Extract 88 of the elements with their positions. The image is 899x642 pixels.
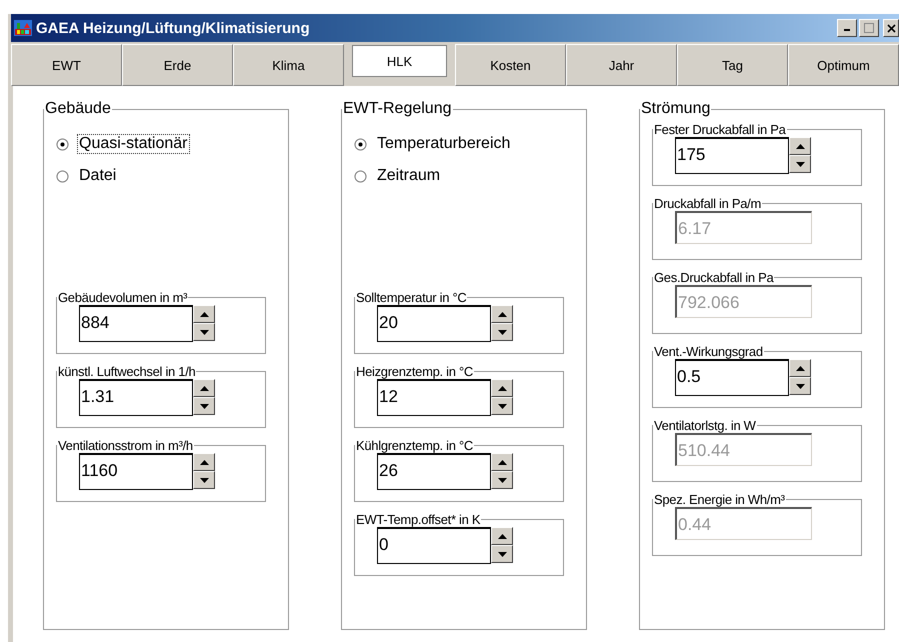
triangle-up-icon	[200, 460, 208, 464]
minimize-button[interactable]	[837, 19, 857, 37]
group-title: Strömung	[640, 100, 712, 118]
number-field[interactable]: 175	[675, 137, 789, 174]
group-title: EWT-Regelung	[342, 100, 452, 118]
field-label: Druckabfall in Pa/m	[653, 196, 762, 211]
readonly-field: 6.17	[675, 211, 812, 244]
spin-down-button[interactable]	[193, 323, 215, 341]
number-field[interactable]: 26	[377, 453, 491, 490]
triangle-down-icon	[200, 404, 208, 408]
tab[interactable]: Kosten	[455, 44, 566, 86]
spin-up-button[interactable]	[193, 453, 215, 471]
triangle-down-icon	[200, 478, 208, 482]
spin-down-button[interactable]	[193, 397, 215, 415]
field-label: Gebäudevolumen in m³	[57, 290, 188, 305]
spin-down-button[interactable]	[789, 155, 811, 173]
spin-down-button[interactable]	[491, 471, 513, 489]
tab[interactable]: Tag	[677, 44, 788, 86]
field-label: künstl. Luftwechsel in 1/h	[57, 364, 196, 379]
spin-down-button[interactable]	[789, 377, 811, 395]
number-field[interactable]: 1.31	[79, 379, 193, 416]
spin-up-button[interactable]	[193, 305, 215, 323]
close-button[interactable]	[883, 19, 899, 37]
triangle-up-icon	[498, 312, 506, 316]
number-field[interactable]: 12	[377, 379, 491, 416]
spin-down-button[interactable]	[491, 545, 513, 563]
radio-label[interactable]: Zeitraum	[375, 166, 442, 186]
triangle-up-icon	[498, 534, 506, 538]
group-title: Gebäude	[44, 100, 112, 118]
field-label: Vent.-Wirkungsgrad	[653, 344, 764, 359]
number-field[interactable]: 0.5	[675, 359, 789, 396]
close-icon	[886, 24, 896, 32]
triangle-down-icon	[498, 478, 506, 482]
radio-label[interactable]: Quasi-stationär	[77, 134, 190, 154]
spin-up-button[interactable]	[193, 379, 215, 397]
readonly-field: 510.44	[675, 433, 812, 466]
triangle-up-icon	[498, 460, 506, 464]
tab[interactable]: Erde	[122, 44, 233, 86]
tab[interactable]: Klima	[233, 44, 344, 86]
spin-down-button[interactable]	[491, 397, 513, 415]
triangle-down-icon	[796, 384, 804, 388]
triangle-down-icon	[200, 330, 208, 334]
radio-label[interactable]: Temperaturbereich	[375, 134, 512, 154]
spin-up-button[interactable]	[789, 137, 811, 155]
tab[interactable]: HLK	[352, 45, 447, 77]
number-field[interactable]: 884	[79, 305, 193, 342]
field-label: Fester Druckabfall in Pa	[653, 122, 787, 137]
tab[interactable]: Jahr	[566, 44, 677, 86]
number-field[interactable]: 20	[377, 305, 491, 342]
triangle-up-icon	[498, 386, 506, 390]
triangle-down-icon	[796, 162, 804, 166]
radio-button[interactable]	[354, 138, 367, 150]
tab[interactable]: EWT	[11, 44, 122, 86]
readonly-field: 0.44	[675, 507, 812, 540]
radio-button[interactable]	[56, 170, 69, 182]
radio-label[interactable]: Datei	[77, 166, 118, 186]
spin-down-button[interactable]	[491, 323, 513, 341]
spin-up-button[interactable]	[491, 305, 513, 323]
field-label: Solltemperatur in °C	[355, 290, 468, 305]
number-field[interactable]: 1160	[79, 453, 193, 490]
field-label: Spez. Energie in Wh/m³	[653, 492, 786, 507]
readonly-field: 792.066	[675, 285, 812, 318]
triangle-down-icon	[498, 330, 506, 334]
field-label: Kühlgrenztemp. in °C	[355, 438, 474, 453]
spin-up-button[interactable]	[491, 379, 513, 397]
field-label: Ges.Druckabfall in Pa	[653, 270, 774, 285]
triangle-up-icon	[200, 312, 208, 316]
field-label: Heizgrenztemp. in °C	[355, 364, 474, 379]
house-icon	[14, 20, 32, 36]
triangle-up-icon	[200, 386, 208, 390]
tab[interactable]: Optimum	[788, 44, 899, 86]
field-label: Ventilationsstrom in m³/h	[57, 438, 194, 453]
triangle-up-icon	[796, 144, 804, 148]
spin-up-button[interactable]	[491, 453, 513, 471]
number-field[interactable]: 0	[377, 527, 491, 564]
triangle-up-icon	[796, 366, 804, 370]
field-label: EWT-Temp.offset* in K	[355, 512, 482, 527]
triangle-down-icon	[498, 552, 506, 556]
spin-up-button[interactable]	[491, 527, 513, 545]
radio-button[interactable]	[354, 170, 367, 182]
radio-button[interactable]	[56, 138, 69, 150]
triangle-down-icon	[498, 404, 506, 408]
spin-up-button[interactable]	[789, 359, 811, 377]
spin-down-button[interactable]	[193, 471, 215, 489]
maximize-icon	[864, 23, 874, 33]
maximize-button[interactable]	[859, 19, 879, 37]
window-title: GAEA Heizung/Lüftung/Klimatisierung	[36, 20, 310, 36]
field-label: Ventilatorlstg. in W	[653, 418, 757, 433]
